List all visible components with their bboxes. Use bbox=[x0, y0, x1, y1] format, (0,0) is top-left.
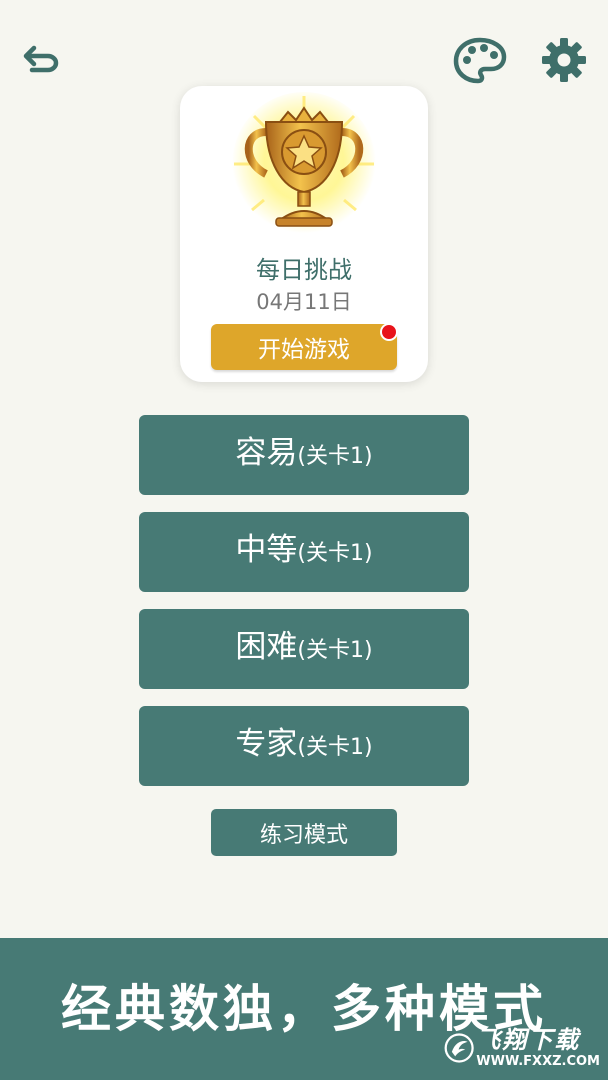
level-expert-button[interactable]: 专家 (关卡1) bbox=[139, 706, 469, 786]
back-arrow-icon bbox=[23, 45, 59, 73]
back-button[interactable] bbox=[14, 32, 70, 88]
level-medium-button[interactable]: 中等 (关卡1) bbox=[139, 512, 469, 592]
level-hard-button[interactable]: 困难 (关卡1) bbox=[139, 609, 469, 689]
level-progress: (关卡1) bbox=[297, 444, 373, 469]
trophy-icon bbox=[232, 92, 376, 236]
theme-button[interactable] bbox=[452, 32, 508, 88]
level-name: 困难 bbox=[235, 629, 298, 665]
notification-dot bbox=[380, 323, 398, 341]
daily-challenge-date: 04月11日 bbox=[256, 290, 352, 314]
level-name: 中等 bbox=[235, 532, 298, 568]
level-progress: (关卡1) bbox=[297, 638, 373, 663]
palette-icon bbox=[453, 37, 507, 84]
daily-challenge-card[interactable]: 每日挑战 04月11日 开始游戏 bbox=[180, 86, 428, 382]
watermark-title: 飞翔下载 bbox=[476, 1026, 581, 1054]
watermark-url: WWW.FXXZ.COM bbox=[476, 1054, 600, 1069]
practice-mode-button[interactable]: 练习模式 bbox=[211, 809, 397, 856]
settings-button[interactable] bbox=[536, 32, 592, 88]
gear-icon bbox=[542, 38, 586, 82]
watermark: 飞翔下载 WWW.FXXZ.COM bbox=[444, 1020, 600, 1076]
level-easy-button[interactable]: 容易 (关卡1) bbox=[139, 415, 469, 495]
daily-challenge-title: 每日挑战 bbox=[256, 256, 352, 284]
level-name: 容易 bbox=[235, 435, 298, 471]
level-name: 专家 bbox=[235, 726, 298, 762]
level-progress: (关卡1) bbox=[297, 735, 373, 760]
level-progress: (关卡1) bbox=[297, 541, 373, 566]
watermark-logo-icon bbox=[444, 1033, 474, 1063]
start-game-button[interactable]: 开始游戏 bbox=[211, 324, 397, 370]
